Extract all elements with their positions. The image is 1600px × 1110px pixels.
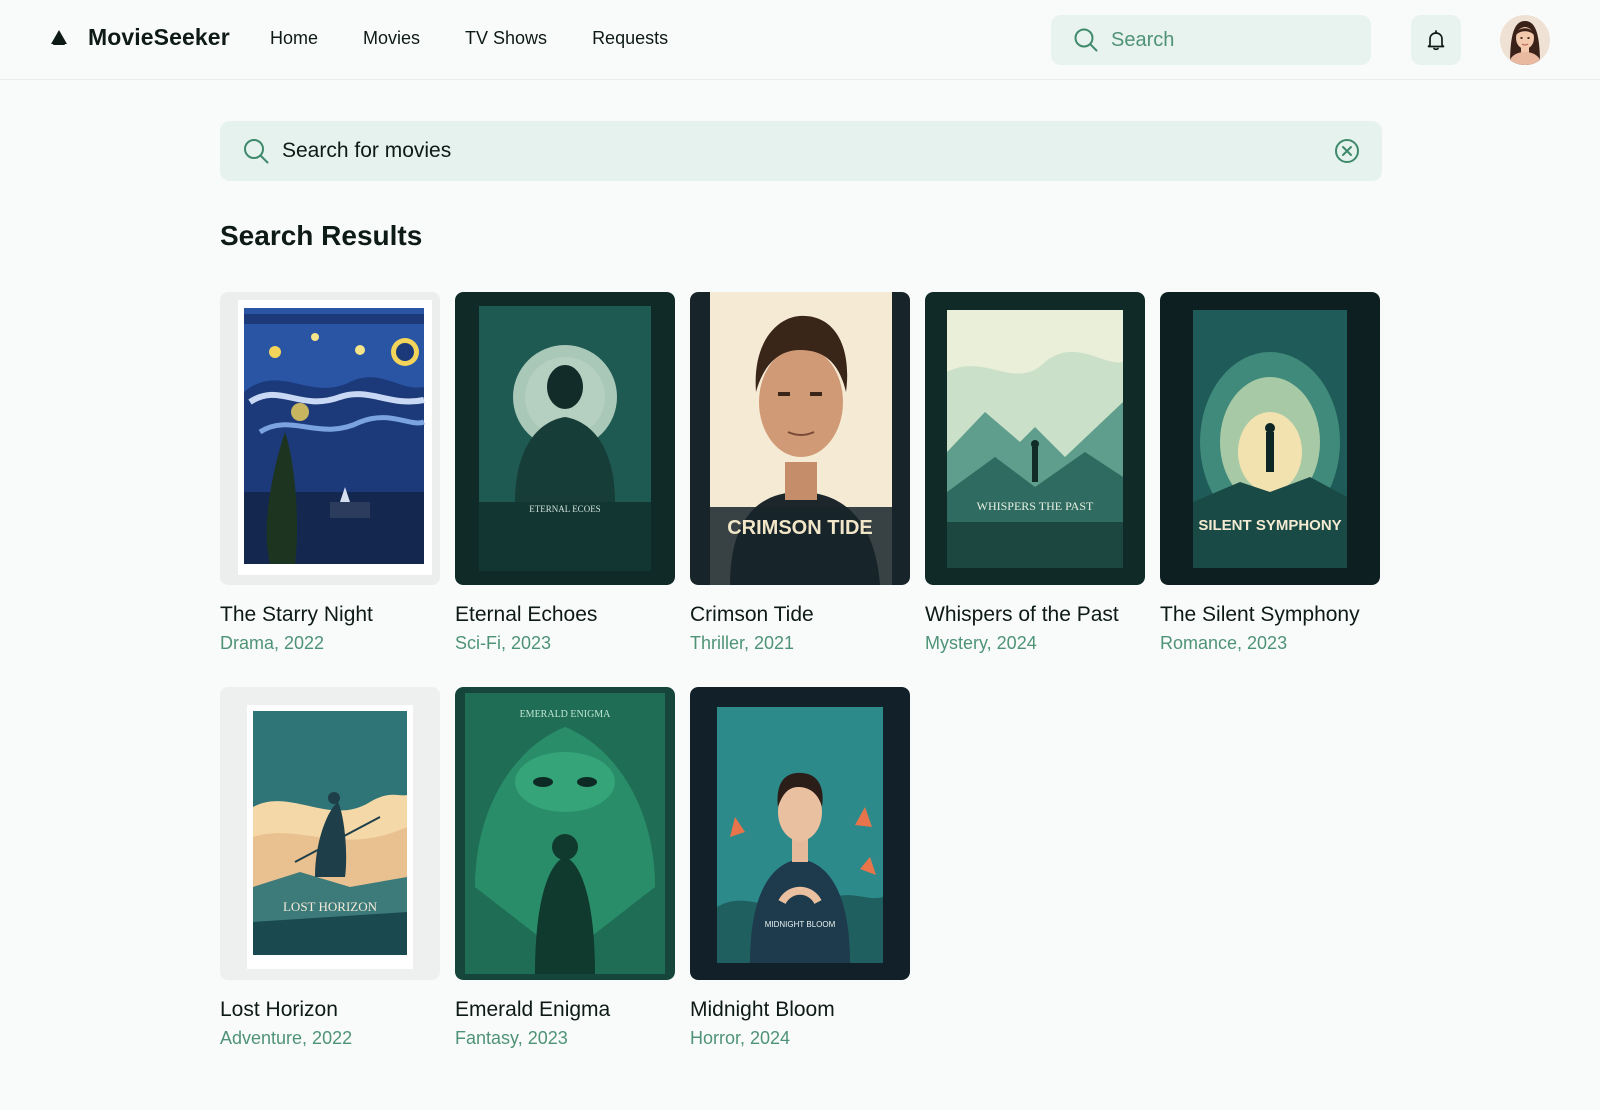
avatar-image bbox=[1500, 15, 1550, 65]
clear-icon[interactable] bbox=[1334, 138, 1360, 164]
main-nav: Home Movies TV Shows Requests bbox=[270, 28, 713, 49]
movie-meta: Mystery, 2024 bbox=[925, 633, 1037, 653]
movie-title[interactable]: The Silent Symphony bbox=[1160, 603, 1380, 627]
movie-card[interactable]: ETERNAL ECOES Eternal Echoes Sci-Fi, 202… bbox=[455, 292, 675, 654]
movie-meta: Fantasy, 2023 bbox=[455, 1028, 568, 1048]
movie-poster: MIDNIGHT BLOOM bbox=[690, 687, 910, 980]
movie-title[interactable]: Lost Horizon bbox=[220, 998, 440, 1022]
movie-poster: CRIMSON TIDE bbox=[690, 292, 910, 585]
section-title: Search Results bbox=[220, 220, 423, 251]
movie-poster: WHISPERS THE PAST bbox=[925, 292, 1145, 585]
movie-title[interactable]: Crimson Tide bbox=[690, 603, 910, 627]
movie-card[interactable]: EMERALD ENIGMA Emerald Enigma Fantasy, 2… bbox=[455, 687, 675, 1049]
movie-card[interactable]: MIDNIGHT BLOOM Midnight Bloom Horror, 20… bbox=[690, 687, 910, 1049]
nav-movies[interactable]: Movies bbox=[363, 28, 420, 49]
nav-home[interactable]: Home bbox=[270, 28, 318, 49]
movie-search-bar[interactable] bbox=[220, 121, 1382, 181]
movie-card[interactable]: SILENT SYMPHONY The Silent Symphony Roma… bbox=[1160, 292, 1380, 654]
poster-title: EMERALD ENIGMA bbox=[520, 709, 612, 720]
poster-title: CRIMSON TIDE bbox=[727, 517, 873, 539]
movie-card[interactable]: The Starry Night Drama, 2022 bbox=[220, 292, 440, 654]
movie-title[interactable]: Emerald Enigma bbox=[455, 998, 675, 1022]
movie-poster: EMERALD ENIGMA bbox=[455, 687, 675, 980]
top-header: MovieSeeker Home Movies TV Shows Request… bbox=[0, 0, 1600, 80]
movie-poster bbox=[220, 292, 440, 585]
logo-icon bbox=[51, 29, 67, 45]
movie-meta: Thriller, 2021 bbox=[690, 633, 795, 653]
movie-title[interactable]: Whispers of the Past bbox=[925, 603, 1145, 627]
poster-title: LOST HORIZON bbox=[283, 899, 378, 914]
search-icon bbox=[244, 139, 269, 164]
header-search[interactable] bbox=[1051, 15, 1371, 65]
notifications-button[interactable] bbox=[1411, 15, 1461, 65]
poster-title: SILENT SYMPHONY bbox=[1198, 517, 1341, 534]
nav-tv-shows[interactable]: TV Shows bbox=[465, 28, 547, 49]
app-name: MovieSeeker bbox=[88, 24, 230, 50]
movie-poster: LOST HORIZON bbox=[220, 687, 440, 980]
movie-meta: Romance, 2023 bbox=[1160, 633, 1288, 653]
nav-requests[interactable]: Requests bbox=[592, 28, 668, 49]
brand[interactable]: MovieSeeker bbox=[50, 24, 230, 51]
movie-poster: SILENT SYMPHONY bbox=[1160, 292, 1380, 585]
movie-meta: Drama, 2022 bbox=[220, 633, 325, 653]
search-icon bbox=[1074, 28, 1098, 52]
movie-search-input[interactable] bbox=[282, 139, 1282, 163]
movie-poster: ETERNAL ECOES bbox=[455, 292, 675, 585]
movie-card[interactable]: LOST HORIZON Lost Horizon Adventure, 202… bbox=[220, 687, 440, 1049]
movie-card[interactable]: WHISPERS THE PAST Whispers of the Past M… bbox=[925, 292, 1145, 654]
movie-title[interactable]: Eternal Echoes bbox=[455, 603, 675, 627]
movie-meta: Adventure, 2022 bbox=[220, 1028, 353, 1048]
poster-title: WHISPERS THE PAST bbox=[977, 499, 1094, 513]
poster-title: MIDNIGHT BLOOM bbox=[765, 920, 836, 929]
poster-title: ETERNAL ECOES bbox=[529, 504, 600, 514]
movie-meta: Horror, 2024 bbox=[690, 1028, 791, 1048]
movie-title[interactable]: The Starry Night bbox=[220, 603, 440, 627]
bell-icon bbox=[1427, 30, 1445, 51]
movie-card[interactable]: CRIMSON TIDE Crimson Tide Thriller, 2021 bbox=[690, 292, 910, 654]
movie-meta: Sci-Fi, 2023 bbox=[455, 633, 552, 653]
movie-title[interactable]: Midnight Bloom bbox=[690, 998, 910, 1022]
header-search-input[interactable] bbox=[1111, 28, 1351, 52]
user-avatar[interactable] bbox=[1500, 15, 1550, 65]
